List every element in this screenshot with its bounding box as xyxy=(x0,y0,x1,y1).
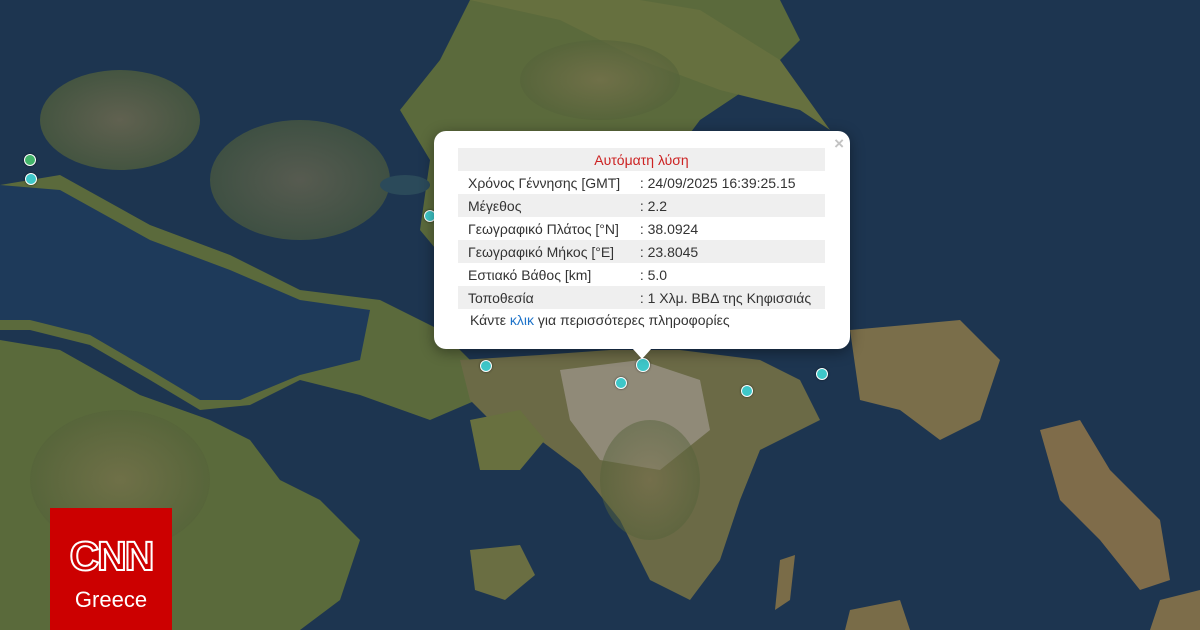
marker-1[interactable] xyxy=(24,154,36,166)
marker-6-selected[interactable] xyxy=(636,358,650,372)
marker-5[interactable] xyxy=(615,377,627,389)
logo-brand: CNN xyxy=(69,533,156,579)
marker-4[interactable] xyxy=(480,360,492,372)
row-value: : 1 Χλμ. ΒΒΔ της Κηφισσιάς xyxy=(632,286,825,309)
earthquake-details-table: Αυτόματη λύση Χρόνος Γέννησης [GMT] : 24… xyxy=(458,148,825,309)
table-row: Μέγεθος : 2.2 xyxy=(458,194,825,217)
row-value: : 24/09/2025 16:39:25.15 xyxy=(639,174,796,191)
row-label: Τοποθεσία xyxy=(458,286,633,309)
row-value: : 5.0 xyxy=(639,266,668,283)
map[interactable]: × Αυτόματη λύση Χρόνος Γέννησης [GMT] : … xyxy=(0,0,1200,630)
close-icon[interactable]: × xyxy=(834,135,844,152)
row-value: : 2.2 xyxy=(632,194,825,217)
more-suffix: για περισσότερες πληροφορίες xyxy=(534,312,730,328)
row-value: : 23.8045 xyxy=(632,240,825,263)
table-row: Γεωγραφικό Πλάτος [°N] : 38.0924 xyxy=(458,217,825,240)
row-label: Γεωγραφικό Μήκος [°E] xyxy=(458,240,633,263)
marker-2[interactable] xyxy=(25,173,37,185)
cnn-greece-logo: CNN Greece xyxy=(50,508,172,630)
row-label: Γεωγραφικό Πλάτος [°N] xyxy=(468,220,619,237)
logo-region: Greece xyxy=(74,587,148,612)
more-info-link[interactable]: κλικ xyxy=(510,312,534,328)
more-prefix: Κάντε xyxy=(470,312,510,328)
row-label: Χρόνος Γέννησης [GMT] xyxy=(468,174,621,191)
earthquake-popup: × Αυτόματη λύση Χρόνος Γέννησης [GMT] : … xyxy=(434,131,850,359)
popup-title: Αυτόματη λύση xyxy=(458,148,825,171)
table-row: Εστιακό Βάθος [km] : 5.0 xyxy=(458,263,825,286)
row-label: Μέγεθος xyxy=(458,194,633,217)
lake xyxy=(380,175,430,195)
marker-7[interactable] xyxy=(741,385,753,397)
more-info-text: Κάντε κλικ για περισσότερες πληροφορίες xyxy=(458,312,826,328)
row-label: Εστιακό Βάθος [km] xyxy=(468,266,592,283)
table-row: Χρόνος Γέννησης [GMT] : 24/09/2025 16:39… xyxy=(458,171,825,194)
popup-pointer xyxy=(632,348,652,359)
popup-title-row: Αυτόματη λύση xyxy=(458,148,825,171)
table-row: Τοποθεσία : 1 Χλμ. ΒΒΔ της Κηφισσιάς xyxy=(458,286,825,309)
marker-8[interactable] xyxy=(816,368,828,380)
row-value: : 38.0924 xyxy=(639,220,699,237)
table-row: Γεωγραφικό Μήκος [°E] : 23.8045 xyxy=(458,240,825,263)
